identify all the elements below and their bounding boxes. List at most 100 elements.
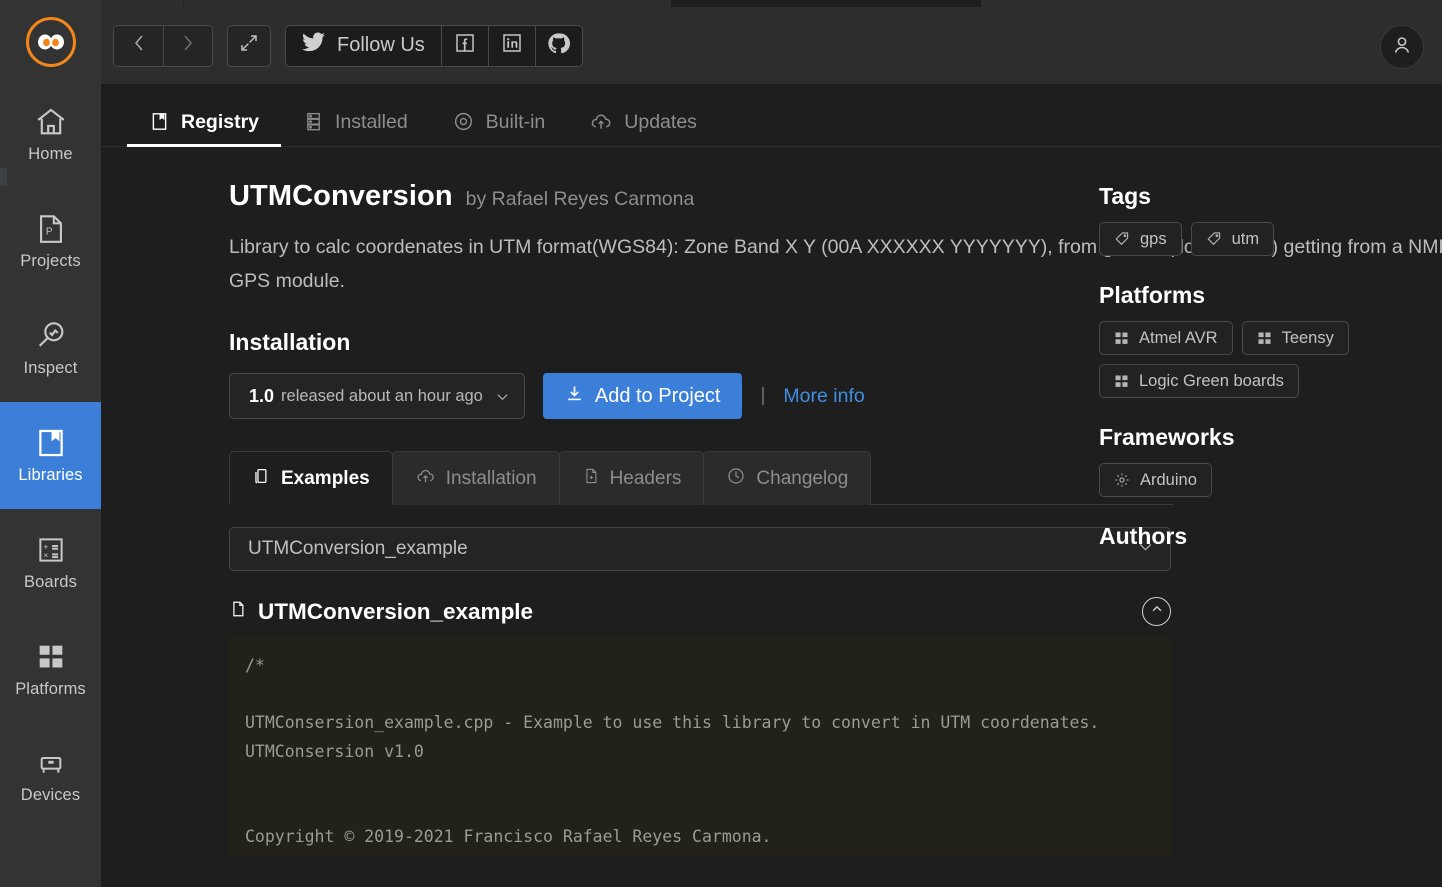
subtab-examples[interactable]: Examples (229, 451, 393, 506)
home-toolbar: Follow Us (101, 7, 1442, 84)
example-header: UTMConversion_example (229, 597, 1171, 627)
sidebar-item-devices[interactable]: Devices (0, 723, 101, 830)
copy-icon (252, 466, 271, 492)
subtab-headers[interactable]: Headers (558, 451, 705, 506)
home-icon (32, 105, 70, 139)
subtab-label: Examples (281, 467, 370, 489)
tag-label: utm (1231, 229, 1260, 248)
forward-button[interactable] (163, 25, 212, 66)
social-button-group: Follow Us (285, 24, 583, 67)
account-avatar[interactable] (1380, 25, 1424, 69)
tab-label: Registry (181, 111, 260, 133)
cloud-upload-icon (415, 466, 436, 492)
frameworks-list: Arduino (1099, 463, 1411, 497)
user-icon (1390, 33, 1414, 62)
back-button[interactable] (114, 25, 163, 66)
registry-scroll-area[interactable]: UTMConversion by Rafael Reyes Carmona Li… (101, 147, 1442, 887)
platformio-logo[interactable] (25, 17, 76, 67)
tag-chip[interactable]: utm (1190, 222, 1275, 256)
platform-chip[interactable]: Teensy (1241, 321, 1349, 355)
package-header: UTMConversion by Rafael Reyes Carmona (229, 180, 1069, 213)
activity-bar: Home P Projects Inspect Libraries + × Bo… (0, 0, 101, 887)
chevron-down-icon (495, 389, 510, 404)
facebook-icon (454, 32, 476, 59)
tab-label: Built-in (485, 111, 546, 133)
linkedin-button[interactable] (487, 25, 535, 66)
sidebar-item-label: Home (28, 145, 73, 163)
installation-controls: 1.0 released about an hour ago Add to Pr… (229, 373, 1069, 420)
tab-builtin[interactable]: Built-in (430, 84, 568, 146)
sidebar-item-home[interactable]: Home (0, 81, 101, 188)
magnifier-icon (34, 319, 68, 353)
sidebar-item-label: Inspect (23, 359, 78, 377)
twitter-follow-button[interactable]: Follow Us (286, 26, 441, 66)
linkedin-icon (501, 32, 523, 59)
chevron-left-icon (131, 32, 147, 59)
example-title: UTMConversion_example (258, 598, 534, 624)
file-plus-icon (582, 466, 600, 492)
github-button[interactable] (534, 25, 582, 66)
example-code-block[interactable]: /* UTMConsersion_example.cpp - Example t… (229, 638, 1171, 857)
platforms-list: Atmel AVR Teensy Logic Green boards (1099, 321, 1411, 398)
subtab-label: Changelog (756, 467, 849, 489)
github-icon (547, 32, 571, 60)
tab-updates[interactable]: Updates (567, 84, 719, 146)
installation-heading: Installation (229, 329, 351, 356)
tab-registry[interactable]: Registry (127, 84, 282, 147)
separator: | (760, 385, 766, 407)
subtab-changelog[interactable]: Changelog (703, 451, 872, 506)
sidebar-item-boards[interactable]: + × Boards (0, 509, 101, 616)
editor-tab-strip (101, 0, 1442, 7)
tab-strip-segment (101, 0, 183, 7)
framework-chip[interactable]: Arduino (1099, 463, 1212, 497)
platform-label: Atmel AVR (1139, 328, 1218, 347)
sidebar-item-label: Platforms (15, 680, 86, 698)
add-to-project-button[interactable]: Add to Project (542, 373, 743, 420)
gear-icon (1114, 472, 1130, 488)
version-select[interactable]: 1.0 released about an hour ago (229, 373, 525, 420)
framework-label: Arduino (1140, 470, 1197, 489)
platform-chip[interactable]: Logic Green boards (1099, 364, 1299, 398)
svg-text:P: P (45, 227, 52, 238)
sidebar-item-label: Boards (24, 573, 77, 591)
platformio-alien-logo-icon (25, 17, 76, 67)
tab-strip-segment (981, 0, 1442, 7)
registry-tab-bar: Registry Installed Built-in Updates (101, 84, 1442, 147)
sidebar-item-label: Libraries (18, 466, 83, 484)
more-info-link[interactable]: More info (783, 385, 864, 408)
sidebar-item-libraries[interactable]: Libraries (0, 402, 101, 509)
book-icon (149, 110, 170, 134)
sidebar-item-label: Projects (20, 252, 81, 270)
eye-icon (452, 110, 475, 134)
download-icon (565, 384, 584, 409)
file-icon (229, 598, 247, 626)
main-area: Follow Us Registry Installed Built-in Up… (101, 0, 1442, 887)
tab-installed[interactable]: Installed (281, 84, 430, 146)
server-icon (303, 110, 324, 134)
sidebar-item-projects[interactable]: P Projects (0, 188, 101, 295)
window-edge-band (0, 168, 7, 186)
package-meta-column: Tags gps utm Platforms Atmel AVR Teensy … (1069, 147, 1442, 856)
version-note: released about an hour ago (281, 386, 483, 405)
cloud-upload-icon (589, 110, 613, 134)
calculator-icon: + × (34, 533, 68, 567)
tag-chip[interactable]: gps (1099, 222, 1182, 256)
example-title-group: UTMConversion_example (229, 598, 533, 626)
tab-strip-segment-active (671, 0, 981, 7)
example-select[interactable]: UTMConversion_example (229, 527, 1171, 572)
chevron-right-icon (180, 32, 196, 59)
tag-icon (1114, 231, 1130, 247)
sidebar-item-inspect[interactable]: Inspect (0, 295, 101, 402)
facebook-button[interactable] (440, 25, 488, 66)
sidebar-item-platforms[interactable]: Platforms (0, 616, 101, 723)
expand-fullscreen-button[interactable] (227, 24, 271, 67)
frameworks-heading: Frameworks (1099, 424, 1235, 450)
platforms-heading: Platforms (1099, 282, 1206, 308)
subtab-label: Installation (445, 467, 537, 489)
svg-text:×: × (43, 550, 48, 560)
subtab-installation[interactable]: Installation (391, 451, 560, 506)
add-to-project-label: Add to Project (594, 384, 721, 407)
platform-label: Teensy (1281, 328, 1334, 347)
platform-label: Logic Green boards (1139, 371, 1284, 390)
platform-chip[interactable]: Atmel AVR (1099, 321, 1233, 355)
